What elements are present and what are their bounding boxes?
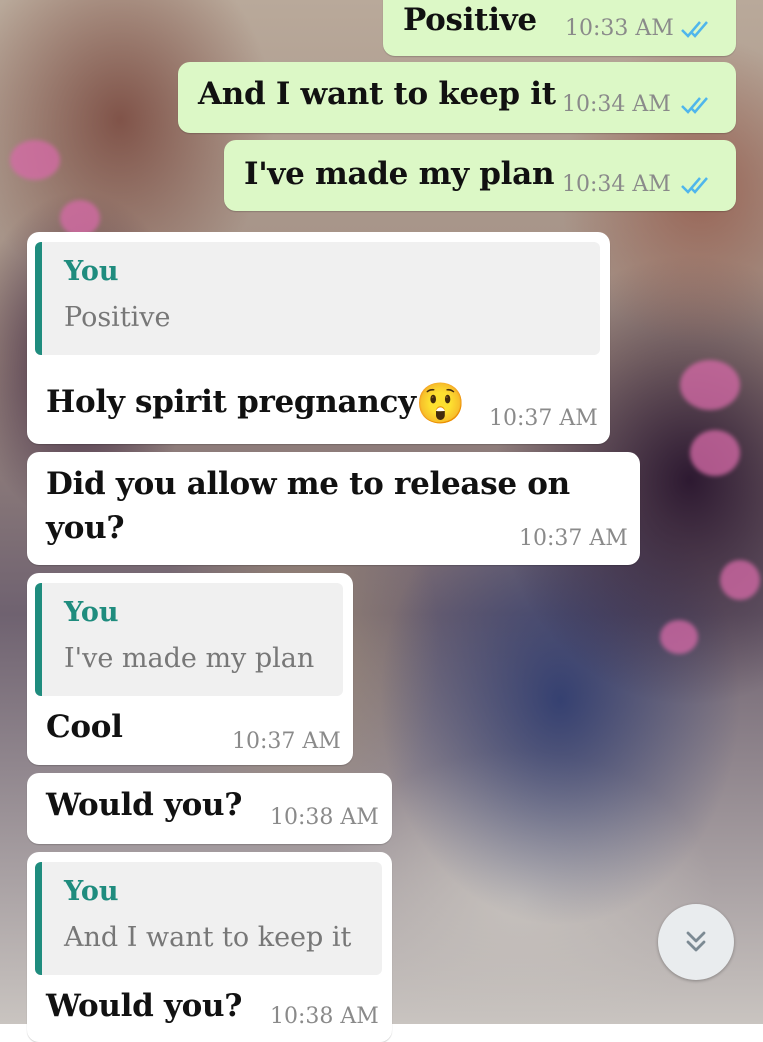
quoted-text: Positive	[64, 302, 171, 333]
quoted-text: I've made my plan	[64, 643, 315, 674]
message-text: Positive	[403, 2, 537, 38]
message-outgoing[interactable]: And I want to keep it 10:34 AM	[178, 62, 736, 133]
message-incoming[interactable]: Would you? 10:38 AM	[27, 773, 392, 844]
double-check-icon	[681, 177, 708, 194]
double-check-icon	[681, 97, 708, 114]
quoted-author: You	[64, 256, 119, 287]
message-text: And I want to keep it	[198, 76, 556, 112]
double-check-icon	[681, 21, 708, 38]
message-time: 10:38 AM	[270, 805, 379, 830]
message-text: Would you?	[46, 787, 243, 823]
scroll-to-bottom-button[interactable]	[658, 904, 734, 980]
message-outgoing[interactable]: I've made my plan 10:34 AM	[224, 140, 736, 211]
message-time: 10:34 AM	[562, 92, 671, 117]
message-text-body: Holy spirit pregnancy	[46, 384, 416, 420]
message-time: 10:33 AM	[565, 16, 674, 41]
chevron-double-down-icon	[686, 931, 706, 952]
message-time: 10:38 AM	[270, 1004, 379, 1029]
message-incoming[interactable]: You I've made my plan Cool 10:37 AM	[27, 573, 353, 765]
message-outgoing[interactable]: Positive 10:33 AM	[383, 0, 736, 56]
quoted-message[interactable]: You And I want to keep it	[35, 862, 382, 975]
message-text: Would you?	[46, 988, 243, 1024]
message-text: Holy spirit pregnancy😲	[46, 380, 466, 427]
message-time: 10:37 AM	[232, 729, 341, 754]
message-incoming[interactable]: You And I want to keep it Would you? 10:…	[27, 852, 392, 1042]
quoted-author: You	[64, 597, 119, 628]
message-text-line-1: Did you allow me to release on	[46, 466, 570, 502]
message-text: I've made my plan	[244, 156, 555, 192]
quoted-text: And I want to keep it	[64, 922, 352, 953]
message-time: 10:37 AM	[519, 526, 628, 551]
quoted-message[interactable]: You I've made my plan	[35, 583, 343, 696]
message-text-line-2: you?	[46, 510, 125, 546]
message-incoming[interactable]: You Positive Holy spirit pregnancy😲 10:3…	[27, 232, 610, 444]
message-incoming[interactable]: Did you allow me to release on you? 10:3…	[27, 452, 640, 565]
astonished-face-emoji: 😲	[415, 380, 466, 427]
message-time: 10:34 AM	[562, 172, 671, 197]
message-text: Cool	[46, 709, 123, 745]
quoted-message[interactable]: You Positive	[35, 242, 600, 355]
quoted-author: You	[64, 876, 119, 907]
message-time: 10:37 AM	[489, 406, 598, 431]
